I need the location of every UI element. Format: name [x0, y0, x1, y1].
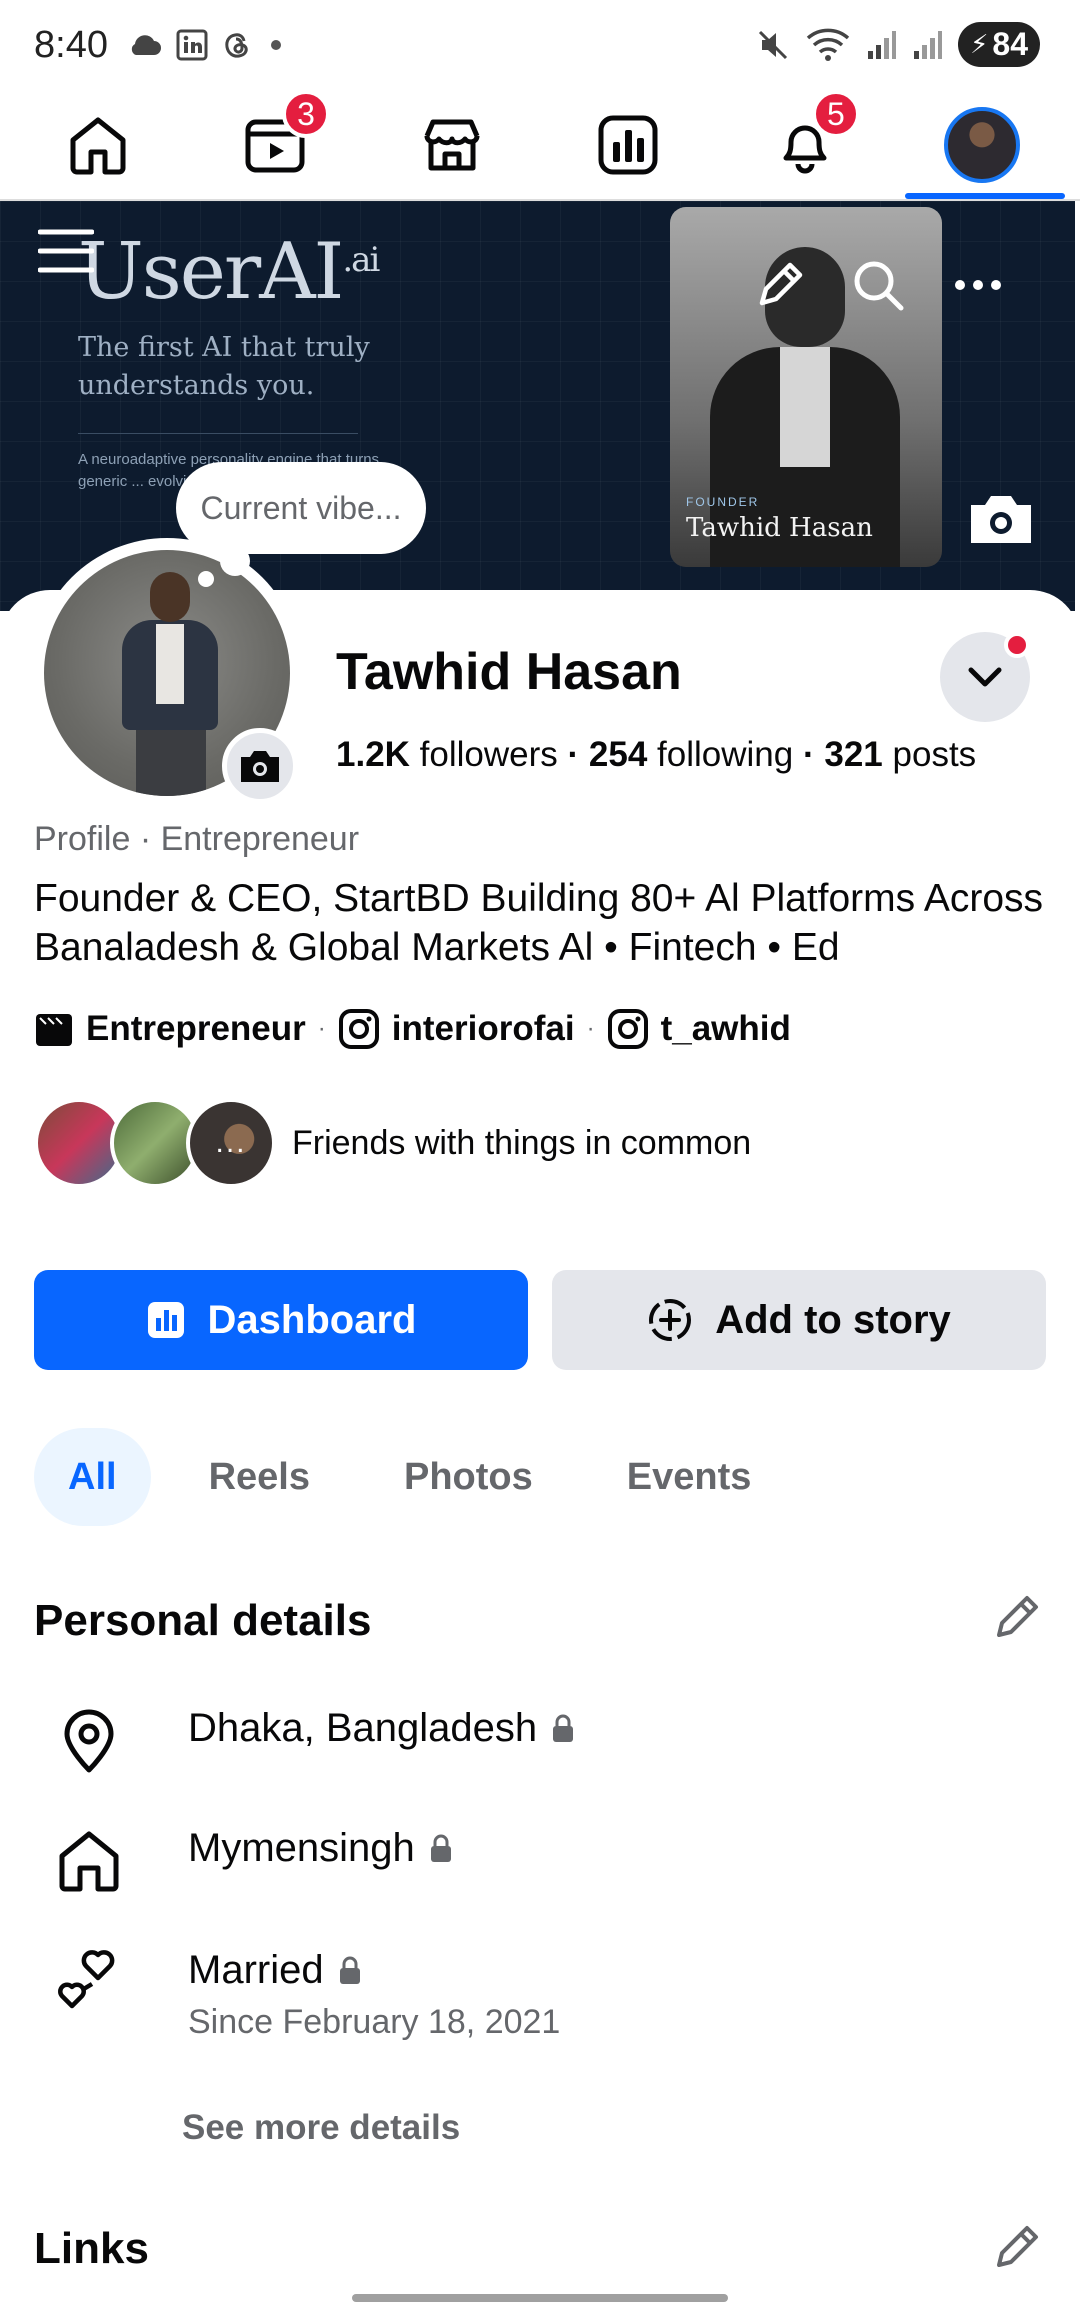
- profile-camera-icon[interactable]: [222, 728, 298, 804]
- signal-icon: [868, 30, 897, 59]
- profile-name: Tawhid Hasan: [336, 643, 682, 701]
- profile-tabs: All Reels Photos Events: [34, 1428, 787, 1526]
- nav-video-badge: 3: [281, 90, 330, 138]
- cover-tagline: The first AI that truly understands you.: [78, 332, 370, 401]
- detail-relationship: Married Since February 18, 2021: [34, 1948, 1044, 2042]
- cover-camera-icon[interactable]: [966, 489, 1036, 549]
- status-bar: 8:40 ⚡ 84: [0, 0, 1080, 90]
- cover-brand: UserAI.ai: [78, 227, 380, 317]
- home-indicator[interactable]: [352, 2294, 728, 2302]
- current-vibe-bubble[interactable]: Current vibe...: [176, 462, 426, 554]
- battery-level: 84: [992, 26, 1028, 62]
- detail-relationship-since: Since February 18, 2021: [188, 2003, 561, 2041]
- search-icon[interactable]: [848, 255, 908, 315]
- signal-icon: [914, 30, 943, 59]
- location-icon: [64, 1709, 114, 1773]
- dashboard-button[interactable]: Dashboard: [34, 1270, 528, 1370]
- detail-relationship-label: Married: [188, 1948, 324, 1992]
- link-category[interactable]: Entrepreneur: [34, 1009, 306, 1049]
- dot-icon: [270, 40, 281, 50]
- more-options-icon[interactable]: [948, 255, 1008, 315]
- followers-count[interactable]: 1.2K: [336, 735, 410, 774]
- lock-icon: [430, 1834, 451, 1862]
- top-navigation: 3 5: [0, 90, 1080, 200]
- mute-icon: [759, 30, 788, 59]
- marketplace-icon: [424, 119, 480, 171]
- cover-divider: [78, 433, 358, 434]
- category-icon: [36, 1014, 72, 1046]
- tab-all[interactable]: All: [34, 1428, 151, 1526]
- posts-count: 321: [824, 735, 883, 774]
- cover-founder-name: Tawhid Hasan: [686, 513, 873, 543]
- pencil-icon: [997, 2226, 1038, 2267]
- edit-icon[interactable]: [750, 255, 810, 315]
- link-instagram-label: t_awhid: [660, 1009, 791, 1048]
- home-icon: [70, 117, 126, 175]
- profile-links-row: Entrepreneur · interiorofai · t_awhid: [34, 1008, 791, 1050]
- linkedin-icon: [176, 29, 208, 61]
- dashboard-icon: [147, 1302, 184, 1338]
- profile-stats: 1.2K followers · 254 following · 321 pos…: [336, 735, 977, 774]
- cover-founder-label: FOUNDER: [686, 495, 760, 509]
- friends-common-text: Friends with things in common: [292, 1123, 752, 1162]
- status-notification-icons: [126, 29, 286, 61]
- detail-current-city: Dhaka, Bangladesh: [34, 1706, 1044, 1774]
- nav-notifications-badge: 5: [811, 90, 860, 138]
- nav-dashboard[interactable]: [563, 90, 693, 200]
- chevron-down-icon: [968, 667, 1002, 687]
- vibe-bubble-tail: [220, 546, 250, 576]
- edit-personal-details-button[interactable]: [988, 1586, 1048, 1646]
- status-system-icons: ⚡ 84: [756, 22, 1040, 67]
- lock-icon: [339, 1956, 360, 1984]
- dashboard-button-label: Dashboard: [207, 1297, 417, 1342]
- wifi-icon: [806, 28, 850, 61]
- mutual-friends-row[interactable]: ... Friends with things in common: [34, 1098, 751, 1188]
- tab-photos[interactable]: Photos: [368, 1428, 569, 1526]
- dashboard-icon: [598, 115, 658, 175]
- following-label[interactable]: following: [657, 735, 793, 774]
- add-to-story-button[interactable]: Add to story: [552, 1270, 1046, 1370]
- tab-events[interactable]: Events: [591, 1428, 788, 1526]
- link-category-label: Entrepreneur: [86, 1009, 306, 1048]
- nav-video[interactable]: 3: [210, 90, 340, 200]
- home-icon: [59, 1831, 119, 1892]
- instagram-icon: [607, 1009, 648, 1049]
- links-section-title: Links: [34, 2224, 149, 2273]
- status-time: 8:40: [34, 23, 108, 66]
- nav-notifications[interactable]: 5: [740, 90, 870, 200]
- profile-avatar: [943, 107, 1020, 183]
- vibe-bubble-tail-small: [198, 571, 214, 587]
- link-instagram-interiorofai[interactable]: interiorofai: [338, 1008, 575, 1050]
- add-to-story-label: Add to story: [715, 1297, 951, 1342]
- link-instagram-label: interiorofai: [391, 1009, 575, 1048]
- nav-home[interactable]: [33, 90, 163, 200]
- see-more-details-link[interactable]: See more details: [182, 2108, 460, 2148]
- profile-subtitle: Profile · Entrepreneur: [34, 820, 360, 858]
- edit-links-button[interactable]: [988, 2216, 1048, 2276]
- menu-icon[interactable]: [36, 221, 96, 281]
- instagram-icon: [338, 1009, 379, 1049]
- pencil-icon: [997, 1596, 1038, 1637]
- personal-details-title: Personal details: [34, 1596, 372, 1645]
- cloud-icon: [131, 35, 161, 55]
- detail-hometown-label: Mymensingh: [188, 1826, 415, 1870]
- posts-label: posts: [892, 735, 977, 774]
- dropdown-notification-dot: [1004, 632, 1030, 658]
- link-instagram-t-awhid[interactable]: t_awhid: [607, 1008, 791, 1050]
- hearts-icon: [58, 1950, 115, 2009]
- detail-current-city-label: Dhaka, Bangladesh: [188, 1706, 538, 1750]
- threads-icon: [225, 33, 248, 58]
- nav-profile[interactable]: [917, 90, 1047, 200]
- tab-reels[interactable]: Reels: [173, 1428, 346, 1526]
- profile-bio: Founder & CEO, StartBD Building 80+ Al P…: [34, 877, 1044, 969]
- add-story-icon: [649, 1299, 692, 1341]
- lock-icon: [553, 1714, 574, 1742]
- detail-hometown: Mymensingh: [34, 1826, 1044, 1894]
- friend-avatar-more: ...: [186, 1098, 276, 1188]
- battery-icon: ⚡ 84: [958, 22, 1040, 67]
- nav-marketplace[interactable]: [387, 90, 517, 200]
- followers-label[interactable]: followers: [420, 735, 558, 774]
- following-count[interactable]: 254: [589, 735, 647, 774]
